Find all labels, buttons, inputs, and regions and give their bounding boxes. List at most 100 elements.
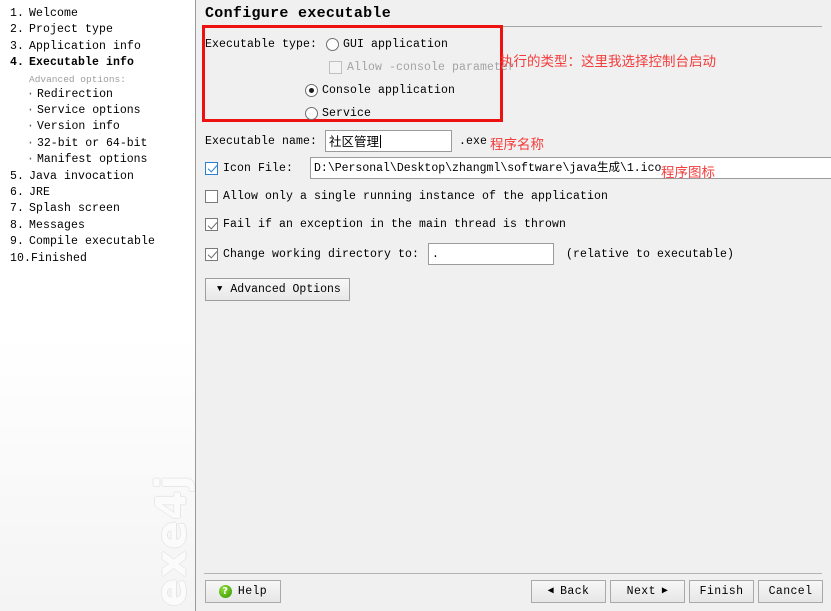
step-number: 8. xyxy=(10,218,25,232)
sidebar-item-label: Version info xyxy=(37,120,120,134)
advanced-options-button[interactable]: ▼ Advanced Options xyxy=(205,278,350,301)
step-label: Finished xyxy=(31,251,88,265)
next-button[interactable]: Next ▶ xyxy=(610,580,685,603)
console-application-row: Console application xyxy=(305,84,455,97)
sidebar-item-32-or-64-bit[interactable]: · 32-bit or 64-bit xyxy=(0,136,195,152)
sidebar-item-service-options[interactable]: · Service options xyxy=(0,103,195,119)
fail-on-exception-row: Fail if an exception in the main thread … xyxy=(205,218,566,231)
step-number: 6. xyxy=(10,186,25,200)
annotation-program-name: 程序名称 xyxy=(490,137,544,153)
sidebar-step-compile-executable[interactable]: 9. Compile executable xyxy=(0,234,195,250)
annotation-program-icon: 程序图标 xyxy=(661,165,715,181)
step-label: Messages xyxy=(29,218,86,232)
checkbox-allow-console-parameter[interactable] xyxy=(329,61,342,74)
help-button[interactable]: ? Help xyxy=(205,580,281,603)
radio-service[interactable] xyxy=(305,107,318,120)
help-label: Help xyxy=(237,585,268,598)
radio-gui-application-label: GUI application xyxy=(343,38,449,51)
sidebar-item-version-info[interactable]: · Version info xyxy=(0,119,195,135)
allow-console-parameter-row: Allow -console parameter xyxy=(329,61,515,74)
sidebar-step-welcome[interactable]: 1. Welcome xyxy=(0,6,195,22)
step-number: 7. xyxy=(10,202,25,216)
step-number: 9. xyxy=(10,235,25,249)
finish-label: Finish xyxy=(699,585,744,598)
single-instance-row: Allow only a single running instance of … xyxy=(205,190,608,203)
bullet-icon: · xyxy=(27,87,34,101)
help-icon: ? xyxy=(218,585,232,598)
sidebar-item-manifest-options[interactable]: · Manifest options xyxy=(0,152,195,168)
executable-type-label: Executable type: xyxy=(205,38,318,51)
checkbox-single-instance[interactable] xyxy=(205,190,218,203)
exe4j-watermark: exe4j xyxy=(146,474,196,607)
sidebar-advanced-options-heading: Advanced options: xyxy=(29,73,126,85)
executable-name-value: 社区管理 xyxy=(329,133,380,149)
checkbox-icon-file[interactable] xyxy=(205,161,218,175)
radio-console-application-label: Console application xyxy=(322,84,456,97)
sidebar-step-executable-info[interactable]: 4. Executable info xyxy=(0,55,195,71)
back-label: Back xyxy=(560,585,590,598)
step-number: 2. xyxy=(10,23,25,37)
checkbox-fail-on-exception[interactable] xyxy=(205,218,218,231)
step-number: 5. xyxy=(10,169,25,183)
title-separator xyxy=(204,26,822,27)
icon-file-input[interactable]: D:\Personal\Desktop\zhangml\software\jav… xyxy=(310,157,831,179)
bullet-icon: · xyxy=(27,136,34,150)
executable-type-row: Executable type: GUI application xyxy=(205,38,448,51)
step-label: Application info xyxy=(29,39,142,53)
sidebar-step-messages[interactable]: 8. Messages xyxy=(0,218,195,234)
working-directory-label: Change working directory to: xyxy=(223,247,420,261)
step-number: 4. xyxy=(10,56,25,70)
step-label: Splash screen xyxy=(29,202,121,216)
working-directory-input[interactable]: . xyxy=(428,243,555,265)
finish-button[interactable]: Finish xyxy=(689,580,754,603)
sidebar-item-label: Manifest options xyxy=(37,153,148,167)
single-instance-label: Allow only a single running instance of … xyxy=(223,190,609,203)
step-label: Project type xyxy=(29,23,114,37)
service-row: Service xyxy=(305,107,371,120)
cancel-label: Cancel xyxy=(768,585,813,598)
sidebar-step-finished[interactable]: 10. Finished xyxy=(0,251,195,267)
arrow-left-icon: ◀ xyxy=(547,585,555,597)
chevron-down-icon: ▼ xyxy=(217,284,223,294)
step-number: 1. xyxy=(10,7,25,20)
step-label: Executable info xyxy=(29,56,135,70)
allow-console-parameter-label: Allow -console parameter xyxy=(347,61,516,74)
arrow-right-icon: ▶ xyxy=(661,585,669,597)
executable-name-suffix: .exe xyxy=(459,134,488,148)
icon-file-label: Icon File: xyxy=(223,161,294,175)
radio-service-label: Service xyxy=(322,107,372,120)
wizard-footer: ? Help ◀ Back Next ▶ Finish Cancel xyxy=(196,574,831,611)
cancel-button[interactable]: Cancel xyxy=(758,580,823,603)
executable-name-label: Executable name: xyxy=(205,134,318,148)
radio-console-application[interactable] xyxy=(305,84,318,97)
working-directory-value: . xyxy=(432,247,439,261)
sidebar-step-project-type[interactable]: 2. Project type xyxy=(0,22,195,38)
step-label: Compile executable xyxy=(29,235,156,249)
sidebar-step-jre[interactable]: 6. JRE xyxy=(0,185,195,201)
sidebar-step-splash-screen[interactable]: 7. Splash screen xyxy=(0,201,195,217)
wizard-step-sidebar: 1. Welcome 2. Project type 3. Applicatio… xyxy=(0,0,196,611)
text-caret xyxy=(380,134,382,148)
sidebar-step-application-info[interactable]: 3. Application info xyxy=(0,39,195,55)
step-label: Welcome xyxy=(29,7,79,20)
advanced-options-label: Advanced Options xyxy=(230,283,341,296)
step-number: 10. xyxy=(10,251,32,265)
checkbox-change-working-directory[interactable] xyxy=(205,247,218,261)
bullet-icon: · xyxy=(27,104,34,118)
step-number: 3. xyxy=(10,39,25,53)
main-content-panel: Configure executable Executable type: GU… xyxy=(196,0,831,611)
executable-name-row: Executable name: 社区管理 .exe xyxy=(205,130,487,152)
executable-name-input[interactable]: 社区管理 xyxy=(325,130,453,152)
step-label: JRE xyxy=(29,186,51,200)
sidebar-item-redirection[interactable]: · Redirection xyxy=(0,87,195,103)
sidebar-step-java-invocation[interactable]: 5. Java invocation xyxy=(0,169,195,185)
annotation-executable-type: 执行的类型：这里我选择控制台启动 xyxy=(500,54,716,70)
bullet-icon: · xyxy=(27,120,34,134)
step-label: Java invocation xyxy=(29,169,135,183)
radio-gui-application[interactable] xyxy=(326,38,340,51)
sidebar-item-label: Service options xyxy=(37,104,141,118)
fail-on-exception-label: Fail if an exception in the main thread … xyxy=(223,218,567,231)
back-button[interactable]: ◀ Back xyxy=(531,580,606,603)
page-title: Configure executable xyxy=(205,5,392,22)
next-label: Next xyxy=(626,585,656,598)
